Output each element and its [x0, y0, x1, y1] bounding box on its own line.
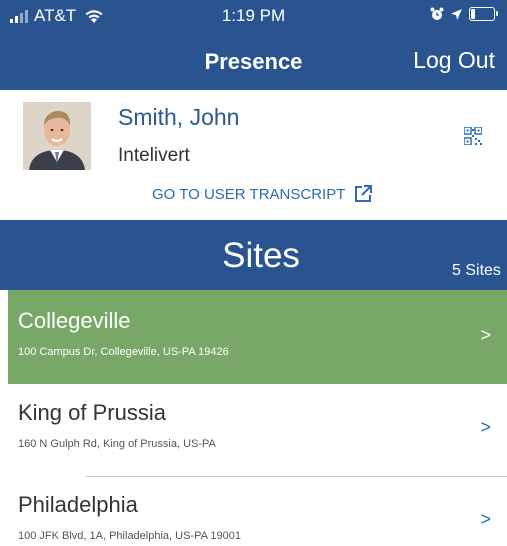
status-right	[430, 7, 498, 21]
site-row-king-of-prussia[interactable]: King of Prussia 160 N Gulph Rd, King of …	[0, 382, 507, 476]
status-bar: AT&T 1:19 PM	[0, 0, 507, 32]
chevron-right-icon: >	[480, 509, 491, 529]
alarm-icon	[430, 7, 444, 20]
battery-icon	[469, 7, 498, 21]
user-transcript-label: GO TO USER TRANSCRIPT	[152, 185, 346, 203]
site-row-collegeville[interactable]: Collegeville 100 Campus Dr, Collegeville…	[8, 290, 507, 384]
site-row-philadelphia[interactable]: Philadelphia 100 JFK Blvd, 1A, Philadelp…	[0, 474, 507, 546]
location-arrow-icon	[451, 8, 462, 20]
user-profile: Smith, John Intelivert GO TO USER TRANSC…	[0, 90, 507, 220]
company-name: Intelivert	[118, 145, 190, 166]
logout-button[interactable]: Log Out	[413, 47, 495, 74]
user-name: Smith, John	[118, 104, 240, 130]
avatar	[23, 102, 91, 170]
site-address: 160 N Gulph Rd, King of Prussia, US-PA	[18, 438, 216, 450]
user-photo	[23, 102, 91, 170]
site-name: King of Prussia	[18, 400, 166, 425]
user-transcript-link[interactable]: GO TO USER TRANSCRIPT	[152, 184, 373, 204]
sites-header: Sites 5 Sites	[0, 220, 507, 290]
sites-count: 5 Sites	[452, 262, 501, 279]
nav-bar: Presence Log Out	[0, 32, 507, 90]
site-address: 100 Campus Dr, Collegeville, US-PA 19426	[18, 346, 229, 358]
chevron-right-icon: >	[480, 417, 491, 437]
site-name: Collegeville	[18, 308, 131, 333]
external-link-icon	[355, 185, 373, 202]
qr-code-icon[interactable]	[464, 127, 482, 145]
site-name: Philadelphia	[18, 492, 138, 517]
site-address: 100 JFK Blvd, 1A, Philadelphia, US-PA 19…	[18, 530, 241, 542]
chevron-right-icon: >	[480, 325, 491, 345]
sites-title: Sites	[222, 236, 300, 275]
